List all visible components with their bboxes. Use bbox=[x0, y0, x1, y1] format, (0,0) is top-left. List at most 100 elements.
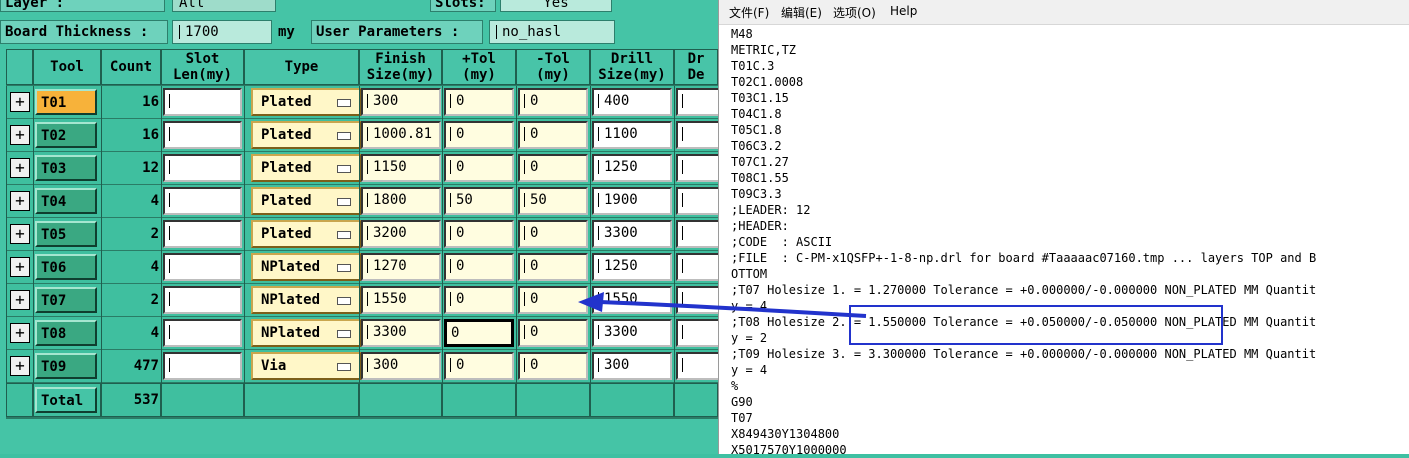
finish-size-input[interactable]: 1270 bbox=[361, 253, 441, 281]
menu-help[interactable]: Help bbox=[890, 4, 917, 18]
finish-size-input[interactable]: 3300 bbox=[361, 319, 441, 347]
type-select[interactable]: NPlated bbox=[251, 253, 361, 281]
layer-select[interactable]: All bbox=[172, 0, 276, 12]
drill-depth-input[interactable] bbox=[676, 220, 718, 248]
type-select[interactable]: Plated bbox=[251, 121, 361, 149]
column-header: Tool bbox=[33, 49, 101, 85]
plus-tolerance-input[interactable]: 0 bbox=[444, 352, 514, 380]
tool-button[interactable]: T07 bbox=[35, 287, 97, 313]
minus-tolerance-input[interactable]: 50 bbox=[518, 187, 588, 215]
slot-length-input[interactable] bbox=[163, 220, 242, 248]
slot-length-input[interactable] bbox=[163, 154, 242, 182]
tool-button[interactable]: T05 bbox=[35, 221, 97, 247]
drill-depth-input[interactable] bbox=[676, 319, 718, 347]
tool-button[interactable]: T09 bbox=[35, 353, 97, 379]
text-caret-icon bbox=[367, 259, 371, 273]
grid-line bbox=[590, 119, 591, 152]
drill-size-input[interactable]: 3300 bbox=[592, 220, 672, 248]
slots-select[interactable]: Yes bbox=[500, 0, 612, 12]
column-header: +Tol (my) bbox=[442, 49, 516, 85]
tool-button[interactable]: T08 bbox=[35, 320, 97, 346]
slot-length-input[interactable] bbox=[163, 187, 242, 215]
plus-tolerance-value: 0 bbox=[456, 93, 465, 109]
tool-count: 12 bbox=[142, 160, 159, 176]
text-caret-icon bbox=[169, 127, 173, 141]
minus-tolerance-input[interactable]: 0 bbox=[518, 88, 588, 116]
plus-tolerance-input[interactable]: 0 bbox=[444, 286, 514, 314]
minus-tolerance-value: 0 bbox=[530, 291, 539, 307]
expand-icon[interactable]: + bbox=[10, 356, 30, 376]
plus-tolerance-input[interactable]: 0 bbox=[444, 319, 514, 347]
slot-length-input[interactable] bbox=[163, 319, 242, 347]
user-parameters-input[interactable]: no_hasl bbox=[489, 20, 615, 44]
drill-depth-input[interactable] bbox=[676, 286, 718, 314]
tool-button[interactable]: T03 bbox=[35, 155, 97, 181]
drill-depth-input[interactable] bbox=[676, 121, 718, 149]
grid-line bbox=[590, 152, 591, 185]
finish-size-input[interactable]: 300 bbox=[361, 352, 441, 380]
drill-depth-input[interactable] bbox=[676, 352, 718, 380]
minus-tolerance-input[interactable]: 0 bbox=[518, 220, 588, 248]
minus-tolerance-input[interactable]: 0 bbox=[518, 319, 588, 347]
tool-button[interactable]: T02 bbox=[35, 122, 97, 148]
menu-edit[interactable]: 编辑(E) bbox=[781, 4, 822, 21]
minus-tolerance-input[interactable]: 0 bbox=[518, 121, 588, 149]
type-select[interactable]: Plated bbox=[251, 88, 361, 116]
finish-size-input[interactable]: 1550 bbox=[361, 286, 441, 314]
plus-tolerance-input[interactable]: 50 bbox=[444, 187, 514, 215]
slot-length-input[interactable] bbox=[163, 253, 242, 281]
expand-icon[interactable]: + bbox=[10, 191, 30, 211]
drill-file-text[interactable]: M48 METRIC,TZ T01C.3 T02C1.0008 T03C1.15 T04C… bbox=[731, 26, 1401, 458]
slot-length-input[interactable] bbox=[163, 352, 242, 380]
finish-size-input[interactable]: 1150 bbox=[361, 154, 441, 182]
slot-length-input[interactable] bbox=[163, 286, 242, 314]
expand-icon[interactable]: + bbox=[10, 125, 30, 145]
plus-tolerance-input[interactable]: 0 bbox=[444, 220, 514, 248]
drill-size-input[interactable]: 300 bbox=[592, 352, 672, 380]
finish-size-input[interactable]: 3200 bbox=[361, 220, 441, 248]
expand-icon[interactable]: + bbox=[10, 257, 30, 277]
type-select[interactable]: NPlated bbox=[251, 286, 361, 314]
expand-icon[interactable]: + bbox=[10, 92, 30, 112]
drill-depth-input[interactable] bbox=[676, 187, 718, 215]
minus-tolerance-input[interactable]: 0 bbox=[518, 352, 588, 380]
tool-button[interactable]: T06 bbox=[35, 254, 97, 280]
drill-size-input[interactable]: 1100 bbox=[592, 121, 672, 149]
minus-tolerance-input[interactable]: 0 bbox=[518, 154, 588, 182]
expand-icon[interactable]: + bbox=[10, 290, 30, 310]
tool-button[interactable]: T04 bbox=[35, 188, 97, 214]
finish-size-input[interactable]: 300 bbox=[361, 88, 441, 116]
total-cell bbox=[442, 383, 516, 417]
drill-depth-input[interactable] bbox=[676, 253, 718, 281]
finish-size-input[interactable]: 1800 bbox=[361, 187, 441, 215]
slot-length-input[interactable] bbox=[163, 88, 242, 116]
drill-size-input[interactable]: 1250 bbox=[592, 253, 672, 281]
drill-depth-input[interactable] bbox=[676, 154, 718, 182]
type-select[interactable]: NPlated bbox=[251, 319, 361, 347]
plus-tolerance-input[interactable]: 0 bbox=[444, 154, 514, 182]
expand-icon[interactable]: + bbox=[10, 323, 30, 343]
plus-tolerance-input[interactable]: 0 bbox=[444, 88, 514, 116]
finish-size-input[interactable]: 1000.81 bbox=[361, 121, 441, 149]
type-select[interactable]: Plated bbox=[251, 187, 361, 215]
expand-icon[interactable]: + bbox=[10, 224, 30, 244]
tool-button[interactable]: T01 bbox=[35, 89, 97, 115]
drill-depth-input[interactable] bbox=[676, 88, 718, 116]
type-select[interactable]: Via bbox=[251, 352, 361, 380]
plus-tolerance-input[interactable]: 0 bbox=[444, 121, 514, 149]
drill-size-input[interactable]: 1900 bbox=[592, 187, 672, 215]
minus-tolerance-input[interactable]: 0 bbox=[518, 253, 588, 281]
menu-options[interactable]: 选项(O) bbox=[833, 4, 876, 21]
drill-size-input[interactable]: 3300 bbox=[592, 319, 672, 347]
minus-tolerance-input[interactable]: 0 bbox=[518, 286, 588, 314]
slot-length-input[interactable] bbox=[163, 121, 242, 149]
menu-file[interactable]: 文件(F) bbox=[729, 4, 769, 21]
type-select[interactable]: Plated bbox=[251, 154, 361, 182]
drill-size-input[interactable]: 400 bbox=[592, 88, 672, 116]
drill-size-input[interactable]: 1550 bbox=[592, 286, 672, 314]
drill-size-input[interactable]: 1250 bbox=[592, 154, 672, 182]
plus-tolerance-input[interactable]: 0 bbox=[444, 253, 514, 281]
expand-icon[interactable]: + bbox=[10, 158, 30, 178]
board-thickness-input[interactable]: 1700 bbox=[172, 20, 272, 44]
type-select[interactable]: Plated bbox=[251, 220, 361, 248]
